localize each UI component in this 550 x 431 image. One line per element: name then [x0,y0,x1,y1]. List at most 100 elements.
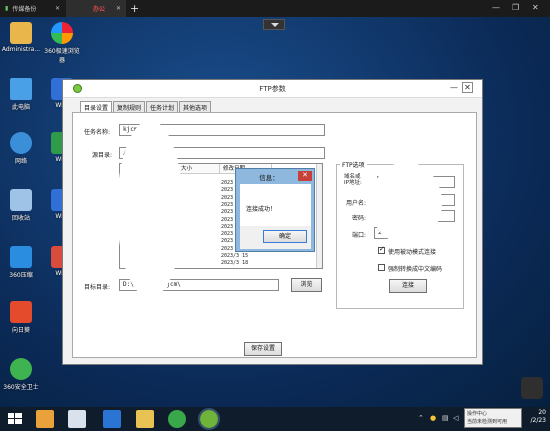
close-tab-icon[interactable]: ✕ [55,5,60,12]
passive-mode-checkbox[interactable] [378,245,385,254]
desktop-icon-label: 向日葵 [11,327,30,334]
clock-time: 20 [538,409,546,416]
computer-icon [10,78,32,100]
tooltip-line: 操作中心 [467,411,488,417]
dialog-footer: 确定 [240,226,311,249]
dialog-ok-button[interactable]: 确定 [263,230,307,243]
task-name-label: 任务名称: [84,129,111,136]
file-modified-date: 2023 [221,209,234,216]
network-icon [10,132,32,154]
file-modified-date: 2023 [221,216,234,223]
sunflower-icon [10,301,32,323]
tray-network-icon[interactable]: ▤ [442,414,449,422]
redaction-mark [117,120,183,298]
file-modified-date: 2023 [221,187,234,194]
desktop-icon-label: 网络 [14,158,27,165]
session-tab-active[interactable]: 办公 ✕ [66,0,126,17]
file-modified-date: 2023 [221,194,234,201]
dialog-body: 连接成功！ [240,184,311,226]
file-modified-date: 2023 [221,201,234,208]
clock-date: /2/23 [530,417,547,424]
file-modified-date: 2023 [221,223,234,230]
desktop-icon-label: 回收站 [11,215,30,222]
tooltip-line: 当前未检测到可用 [467,419,508,425]
close-tab-icon[interactable]: ✕ [116,5,121,12]
desktop-icon-360zip[interactable]: 360压缩 [1,246,41,279]
user-folder-icon [10,22,32,44]
dialog-message: 连接成功！ [246,206,277,213]
desktop-icon-recycle-bin[interactable]: 回收站 [1,189,41,222]
browse-button[interactable]: 浏览 [291,278,322,292]
file-modified-date: 2023 [221,180,234,186]
desktop-icon-browser[interactable]: 360极速浏览器 [42,22,82,64]
host-label: 域名或 IP地址: [344,174,362,186]
file-modified-date: 2023 [221,245,234,252]
minimize-button[interactable]: — [450,83,458,92]
taskbar-clock[interactable]: 20 /2/23 [531,409,547,425]
browser-icon [51,22,73,44]
dialog-title: 信息： [259,174,279,182]
chat-app-icon[interactable] [521,377,543,399]
session-tab-label: 传媒备份 [12,6,37,13]
file-modified-date: 2023/3 15 [221,253,249,259]
launcher-icon[interactable] [36,410,54,428]
signal-icon: ▮ [5,5,9,12]
security-icon [10,358,32,380]
info-dialog: 信息： ✕ 连接成功！ 确定 [235,168,315,252]
action-center-tooltip: 操作中心 当前未检测到可用 [464,408,522,428]
terminal-icon[interactable] [103,410,121,428]
desktop-icon-this-pc[interactable]: 此电脑 [1,78,41,111]
desktop-icon-network[interactable]: 网络 [1,132,41,165]
desktop-icon-360safe[interactable]: 360安全卫士 [1,358,41,391]
tray-expand-icon[interactable]: ⌃ [418,414,424,422]
source-dir-label: 源目录: [92,152,113,159]
new-tab-button[interactable]: + [130,2,139,15]
connect-button[interactable]: 连接 [389,279,427,293]
session-tab[interactable]: ▮ 传媒备份 ✕ [0,0,65,17]
recycle-bin-icon [10,189,32,211]
start-windows-icon[interactable] [6,410,24,428]
close-button[interactable]: ✕ [462,82,473,93]
redaction-mark [370,162,442,244]
save-settings-button[interactable]: 保存设置 [244,342,282,356]
close-window-button[interactable]: ✕ [532,3,539,12]
list-scrollbar[interactable] [316,164,322,268]
tray-volume-icon[interactable]: ◁ [453,414,458,422]
desktop-icon-label: 360压缩 [9,272,33,279]
desktop-icon-sunflower[interactable]: 向日葵 [1,301,41,334]
target-dir-label: 目标目录: [84,284,111,291]
window-titlebar[interactable]: FTP参数 — ✕ [63,80,482,98]
desktop-icon-label: Administra... [1,46,41,53]
window-title: FTP参数 [259,85,286,93]
force-encoding-checkbox[interactable] [378,264,385,271]
username-label: 用户名: [346,200,367,207]
session-dropdown-toggle[interactable] [263,19,285,30]
ftp-options-title: FTP选项 [340,160,367,169]
password-label: 密码: [352,215,367,222]
desktop-icon-administrator[interactable]: Administra... [1,22,41,53]
compress-icon [10,246,32,268]
dialog-close-button[interactable]: ✕ [298,171,312,181]
session-tab-label: 办公 [93,6,106,13]
minimize-window-button[interactable]: — [492,3,500,12]
file-modified-date: 2023 [221,238,234,245]
files-icon[interactable] [68,410,86,428]
tab-copy-rules[interactable]: 复制规则 [113,101,146,112]
passive-mode-label: 使用被动模式连接 [388,249,437,256]
dialog-titlebar[interactable]: 信息： ✕ [236,169,314,183]
port-label: 端口: [352,232,367,239]
desktop-icon-label: 360极速浏览器 [44,48,80,64]
tab-other-options[interactable]: 其他选项 [179,101,212,112]
tray-sunflower-icon[interactable]: ● [430,414,436,422]
file-modified-date: 2023/3 18 [221,260,249,267]
column-header-size[interactable]: 大小 [178,164,220,174]
force-encoding-label: 强制转换成中文编码 [388,266,443,273]
tab-schedule[interactable]: 任务计划 [146,101,179,112]
ftp-app-taskbar-icon[interactable] [198,408,220,430]
sync-app-icon[interactable] [168,410,186,428]
desktop-icon-label: 此电脑 [11,104,30,111]
restore-window-button[interactable]: ❐ [512,3,519,12]
file-explorer-icon[interactable] [136,410,154,428]
desktop-icon-label: 360安全卫士 [3,384,39,391]
file-modified-date: 2023 [221,231,234,238]
